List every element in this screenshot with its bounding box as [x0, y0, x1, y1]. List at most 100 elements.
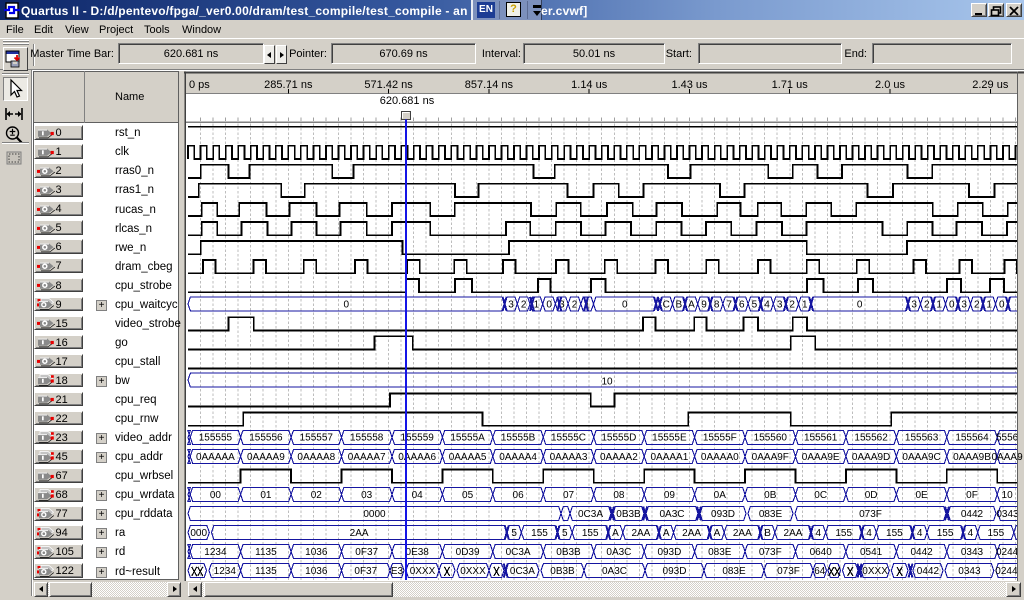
svg-text:0B3B: 0B3B [556, 547, 581, 558]
svg-text:02: 02 [311, 490, 323, 501]
svg-text:2: 2 [572, 299, 578, 310]
svg-text:093D: 093D [663, 566, 687, 577]
svg-text:1135: 1135 [255, 547, 277, 558]
svg-text:093D: 093D [657, 547, 681, 558]
svg-text:0B3B: 0B3B [550, 566, 575, 577]
svg-text:0: 0 [546, 299, 552, 310]
svg-text:0AAAA9: 0AAAA9 [247, 452, 285, 463]
svg-text:155: 155 [937, 528, 954, 539]
svg-text:4: 4 [764, 299, 770, 310]
svg-text:07: 07 [563, 490, 575, 501]
svg-text:2: 2 [924, 299, 930, 310]
svg-text:0AAA9F: 0AAA9F [752, 452, 789, 463]
svg-text:083E: 083E [708, 547, 732, 558]
svg-text:1: 1 [936, 299, 942, 310]
svg-text:0AAA9B: 0AAA9B [953, 452, 991, 463]
svg-text:0AAAA0: 0AAAA0 [701, 452, 739, 463]
svg-text:0D39: 0D39 [456, 547, 480, 558]
svg-text:4: 4 [866, 528, 872, 539]
svg-text:15555C: 15555C [551, 433, 586, 444]
svg-text:0E38: 0E38 [406, 547, 430, 558]
svg-text:0C: 0C [814, 490, 827, 501]
svg-text:15555F: 15555F [703, 433, 737, 444]
svg-text:1: 1 [986, 299, 992, 310]
svg-text:155: 155 [987, 528, 1004, 539]
svg-text:0A3C: 0A3C [602, 566, 627, 577]
svg-text:155562: 155562 [854, 433, 888, 444]
svg-text:155556: 155556 [249, 433, 283, 444]
svg-text:2AA: 2AA [350, 528, 369, 539]
svg-text:8: 8 [714, 299, 720, 310]
svg-text:0AAAA6: 0AAAA6 [398, 452, 436, 463]
svg-text:10: 10 [1002, 490, 1014, 501]
svg-text:0: 0 [344, 299, 350, 310]
svg-text:0A3C: 0A3C [606, 547, 631, 558]
svg-text:10: 10 [601, 376, 613, 387]
svg-text:0AAAAA: 0AAAAA [196, 452, 235, 463]
svg-text:2: 2 [974, 299, 980, 310]
svg-text:0 ps: 0 ps [189, 79, 210, 91]
svg-text:15555A: 15555A [450, 433, 485, 444]
svg-text:4: 4 [816, 528, 822, 539]
svg-text:620.681 ns: 620.681 ns [380, 95, 435, 107]
svg-text:A: A [714, 528, 721, 539]
svg-text:155: 155 [531, 528, 548, 539]
svg-text:09: 09 [664, 490, 676, 501]
svg-text:0XXX: 0XXX [410, 566, 436, 577]
svg-text:0AAAA1: 0AAAA1 [650, 452, 688, 463]
svg-text:0: 0 [999, 299, 1005, 310]
svg-text:155558: 155558 [350, 433, 384, 444]
svg-text:E3: E3 [391, 566, 404, 577]
svg-text:0244: 0244 [996, 547, 1019, 558]
svg-text:1234: 1234 [204, 547, 227, 558]
svg-text:0AAAA8: 0AAAA8 [297, 452, 335, 463]
svg-text:2AA: 2AA [733, 528, 752, 539]
svg-text:3: 3 [508, 299, 514, 310]
svg-text:0: 0 [857, 299, 863, 310]
svg-text:5: 5 [511, 528, 517, 539]
svg-text:5556: 5556 [996, 433, 1019, 444]
svg-text:0640: 0640 [810, 547, 833, 558]
svg-text:2AA: 2AA [631, 528, 650, 539]
svg-text:3: 3 [961, 299, 967, 310]
svg-text:1: 1 [802, 299, 808, 310]
svg-text:155561: 155561 [804, 433, 838, 444]
svg-text:0: 0 [622, 299, 628, 310]
svg-text:06: 06 [513, 490, 525, 501]
svg-text:155564: 155564 [955, 433, 989, 444]
svg-text:0343: 0343 [958, 566, 981, 577]
svg-text:08: 08 [613, 490, 625, 501]
svg-text:1036: 1036 [305, 547, 328, 558]
svg-text:A: A [663, 528, 670, 539]
svg-text:0AAA9E: 0AAA9E [802, 452, 840, 463]
svg-text:A: A [612, 528, 619, 539]
svg-text:C: C [663, 299, 670, 310]
svg-text:0442: 0442 [917, 566, 940, 577]
svg-text:155: 155 [886, 528, 903, 539]
svg-text:4: 4 [917, 528, 923, 539]
svg-text:2: 2 [521, 299, 527, 310]
svg-text:1234: 1234 [214, 566, 237, 577]
svg-text:0F37: 0F37 [354, 566, 377, 577]
svg-text:0B3B: 0B3B [616, 509, 641, 520]
svg-text:0AAA9: 0AAA9 [992, 452, 1024, 463]
svg-text:0XXX: 0XXX [862, 566, 888, 577]
svg-text:9: 9 [701, 299, 707, 310]
svg-text:5: 5 [752, 299, 758, 310]
svg-text:155: 155 [582, 528, 599, 539]
svg-text:0AAA9D: 0AAA9D [852, 452, 890, 463]
svg-text:0442: 0442 [961, 509, 984, 520]
svg-text:04: 04 [412, 490, 424, 501]
svg-text:083E: 083E [759, 509, 783, 520]
svg-text:15555E: 15555E [652, 433, 687, 444]
svg-text:0C3A: 0C3A [578, 509, 603, 520]
svg-text:0A3C: 0A3C [659, 509, 684, 520]
svg-text:5: 5 [562, 528, 568, 539]
svg-text:093D: 093D [711, 509, 735, 520]
svg-text:0D: 0D [865, 490, 878, 501]
svg-text:0XXX: 0XXX [460, 566, 486, 577]
svg-text:B: B [764, 528, 771, 539]
svg-text:0541: 0541 [860, 547, 883, 558]
svg-text:2: 2 [789, 299, 795, 310]
svg-text:0AAAA2: 0AAAA2 [600, 452, 638, 463]
